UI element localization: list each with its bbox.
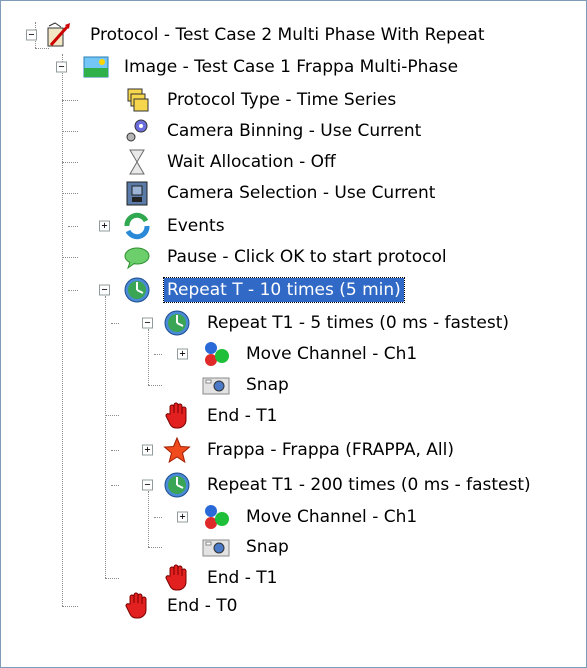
collapse-toggle[interactable]: −: [56, 61, 67, 73]
tree-node-protocol[interactable]: − Protocol - Test Case 2 Multi Phase Wit…: [1, 19, 586, 51]
tree-node-label: Move Channel - Ch1: [246, 344, 418, 364]
tree-node-label: Protocol - Test Case 2 Multi Phase With …: [90, 25, 485, 45]
tree-node-repeat-t[interactable]: − Repeat T - 10 times (5 min): [1, 274, 586, 306]
collapse-toggle[interactable]: −: [142, 317, 153, 329]
tree-node-image[interactable]: − Image - Test Case 1 Frappa Multi-Phase: [1, 51, 586, 83]
tree-node-wait-allocation[interactable]: Wait Allocation - Off: [1, 146, 586, 178]
expand-toggle[interactable]: +: [177, 348, 188, 360]
protocol-tree[interactable]: − Protocol - Test Case 2 Multi Phase Wit…: [0, 0, 587, 668]
hourglass-icon: [122, 147, 152, 177]
protocol-icon: [44, 20, 74, 50]
tree-node-repeat-t1-5[interactable]: − Repeat T1 - 5 times (0 ms - fastest): [1, 307, 586, 339]
tree-node-label: Move Channel - Ch1: [246, 507, 418, 527]
tree-node-protocol-type[interactable]: Protocol Type - Time Series: [1, 84, 586, 116]
tree-node-frappa[interactable]: + Frappa - Frappa (FRAPPA, All): [1, 434, 586, 466]
tree-node-camera-binning[interactable]: Camera Binning - Use Current: [1, 115, 586, 147]
stop-hand-icon: [162, 563, 192, 593]
repeat-clock-icon: [162, 470, 192, 500]
stop-hand-icon: [162, 401, 192, 431]
collapse-toggle[interactable]: −: [142, 479, 153, 491]
tree-node-label: Camera Selection - Use Current: [167, 183, 436, 203]
collapse-toggle[interactable]: −: [99, 284, 110, 296]
tree-node-label: Pause - Click OK to start protocol: [167, 247, 447, 267]
tree-node-label: End - T1: [207, 568, 278, 588]
tree-node-label: End - T1: [207, 406, 278, 426]
tree-node-label: Events: [167, 216, 225, 236]
tree-node-label: Protocol Type - Time Series: [167, 90, 397, 110]
tree-node-move-channel[interactable]: + Move Channel - Ch1: [1, 501, 586, 533]
frappa-star-icon: [162, 435, 192, 465]
image-icon: [81, 52, 111, 82]
tree-node-repeat-t1-200[interactable]: − Repeat T1 - 200 times (0 ms - fastest): [1, 469, 586, 501]
events-icon: [122, 211, 152, 241]
tree-node-move-channel[interactable]: + Move Channel - Ch1: [1, 338, 586, 370]
tree-node-label: Snap: [246, 537, 289, 557]
expand-toggle[interactable]: +: [99, 220, 110, 232]
tree-node-snap[interactable]: Snap: [1, 369, 586, 401]
move-channel-icon: [201, 502, 231, 532]
protocol-type-icon: [122, 85, 152, 115]
snap-camera-icon: [201, 370, 231, 400]
expand-toggle[interactable]: +: [177, 511, 188, 523]
tree-node-label: Wait Allocation - Off: [167, 152, 336, 172]
camera-binning-icon: [122, 116, 152, 146]
move-channel-icon: [201, 339, 231, 369]
tree-node-label: Repeat T - 10 times (5 min): [163, 277, 405, 303]
tree-node-end-t1[interactable]: End - T1: [1, 400, 586, 432]
tree-node-label: Snap: [246, 375, 289, 395]
tree-node-label: Camera Binning - Use Current: [167, 121, 422, 141]
repeat-clock-icon: [162, 308, 192, 338]
stop-hand-icon: [122, 591, 152, 621]
collapse-toggle[interactable]: −: [26, 29, 37, 41]
tree-node-snap[interactable]: Snap: [1, 531, 586, 563]
expand-toggle[interactable]: +: [142, 444, 153, 456]
pause-icon: [122, 242, 152, 272]
tree-node-label: Image - Test Case 1 Frappa Multi-Phase: [124, 57, 459, 77]
tree-node-end-t0[interactable]: End - T0: [1, 590, 586, 622]
camera-selection-icon: [122, 178, 152, 208]
tree-node-camera-selection[interactable]: Camera Selection - Use Current: [1, 177, 586, 209]
snap-camera-icon: [201, 532, 231, 562]
tree-node-pause[interactable]: Pause - Click OK to start protocol: [1, 241, 586, 273]
repeat-clock-icon: [122, 275, 152, 305]
tree-node-label: End - T0: [167, 596, 238, 616]
tree-node-label: Frappa - Frappa (FRAPPA, All): [207, 440, 454, 460]
tree-node-events[interactable]: + Events: [1, 210, 586, 242]
tree-node-label: Repeat T1 - 5 times (0 ms - fastest): [207, 313, 510, 333]
tree-node-label: Repeat T1 - 200 times (0 ms - fastest): [207, 475, 531, 495]
